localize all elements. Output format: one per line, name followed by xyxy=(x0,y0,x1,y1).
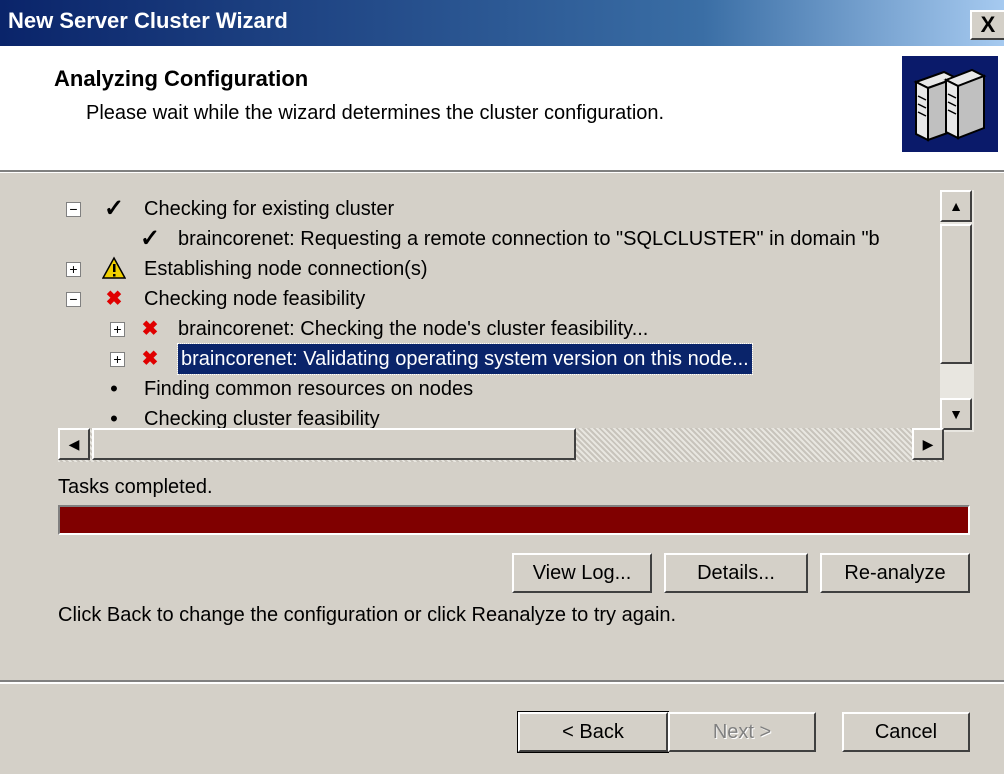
bullet-icon: • xyxy=(110,376,118,401)
tree-item-remote-connection[interactable]: ✓ braincorenet: Requesting a remote conn… xyxy=(54,224,940,254)
tree-item-checking-existing-cluster[interactable]: − ✓ Checking for existing cluster xyxy=(54,194,940,224)
check-icon: ✓ xyxy=(139,225,161,252)
progress-bar xyxy=(58,505,970,535)
tree-item-label: Checking cluster feasibility xyxy=(144,408,380,430)
tree-item-label: braincorenet: Checking the node's cluste… xyxy=(178,318,649,340)
bullet-icon: • xyxy=(110,406,118,430)
collapse-icon[interactable]: − xyxy=(66,202,81,217)
vertical-scroll-thumb[interactable] xyxy=(940,224,972,364)
reanalyze-button[interactable]: Re-analyze xyxy=(820,553,970,593)
wizard-header: Analyzing Configuration Please wait whil… xyxy=(0,46,1004,172)
scroll-down-button[interactable]: ▼ xyxy=(940,398,972,430)
instruction-text: Click Back to change the configuration o… xyxy=(58,604,677,626)
horizontal-scroll-thumb[interactable] xyxy=(92,428,576,460)
back-button[interactable]: < Back xyxy=(517,711,669,753)
tree-item-label: Checking for existing cluster xyxy=(144,198,395,220)
status-text: Tasks completed. xyxy=(58,476,213,498)
tree-item-checking-cluster-feasibility[interactable]: • Checking cluster feasibility xyxy=(54,404,940,430)
collapse-icon[interactable]: − xyxy=(66,292,81,307)
tree-horizontal-scrollbar[interactable]: ◀ ▶ xyxy=(58,428,944,462)
task-tree[interactable]: − ✓ Checking for existing cluster ✓ brai… xyxy=(54,190,940,430)
server-cluster-icon xyxy=(902,56,998,152)
check-icon: ✓ xyxy=(103,195,125,222)
tree-item-checking-node-feasibility[interactable]: − ✖ Checking node feasibility xyxy=(54,284,940,314)
view-log-button[interactable]: View Log... xyxy=(512,553,652,593)
next-button[interactable]: Next > xyxy=(668,712,816,752)
tree-item-label: braincorenet: Requesting a remote connec… xyxy=(178,228,880,250)
warning-icon xyxy=(101,256,127,286)
error-icon: ✖ xyxy=(141,318,159,340)
tree-item-label: Checking node feasibility xyxy=(144,288,366,310)
tree-vertical-scrollbar[interactable]: ▲ ▼ xyxy=(940,190,974,432)
tree-item-establishing-node-connections[interactable]: + Establishing node connection(s) xyxy=(54,254,940,284)
title-bar: New Server Cluster Wizard X xyxy=(0,0,1004,46)
close-button[interactable]: X xyxy=(970,10,1004,40)
expand-icon[interactable]: + xyxy=(110,352,125,367)
progress-fill xyxy=(60,507,968,533)
scroll-left-button[interactable]: ◀ xyxy=(58,428,90,460)
expand-icon[interactable]: + xyxy=(110,322,125,337)
page-title: Analyzing Configuration xyxy=(54,66,309,91)
scroll-up-button[interactable]: ▲ xyxy=(940,190,972,222)
page-subtitle: Please wait while the wizard determines … xyxy=(86,102,665,124)
error-icon: ✖ xyxy=(141,348,159,370)
tree-item-finding-common-resources[interactable]: • Finding common resources on nodes xyxy=(54,374,940,404)
expand-icon[interactable]: + xyxy=(66,262,81,277)
cancel-button[interactable]: Cancel xyxy=(842,712,970,752)
tree-item-label: Finding common resources on nodes xyxy=(144,378,474,400)
tree-item-label-selected: braincorenet: Validating operating syste… xyxy=(177,343,753,375)
window-title: New Server Cluster Wizard xyxy=(8,8,288,33)
footer-separator xyxy=(0,680,1004,684)
error-icon: ✖ xyxy=(105,288,123,310)
details-button[interactable]: Details... xyxy=(664,553,808,593)
scroll-right-button[interactable]: ▶ xyxy=(912,428,944,460)
tree-item-label: Establishing node connection(s) xyxy=(144,258,428,280)
tree-item-validating-os-version[interactable]: + ✖ braincorenet: Validating operating s… xyxy=(54,343,940,375)
tree-item-node-cluster-feasibility[interactable]: + ✖ braincorenet: Checking the node's cl… xyxy=(54,314,940,344)
